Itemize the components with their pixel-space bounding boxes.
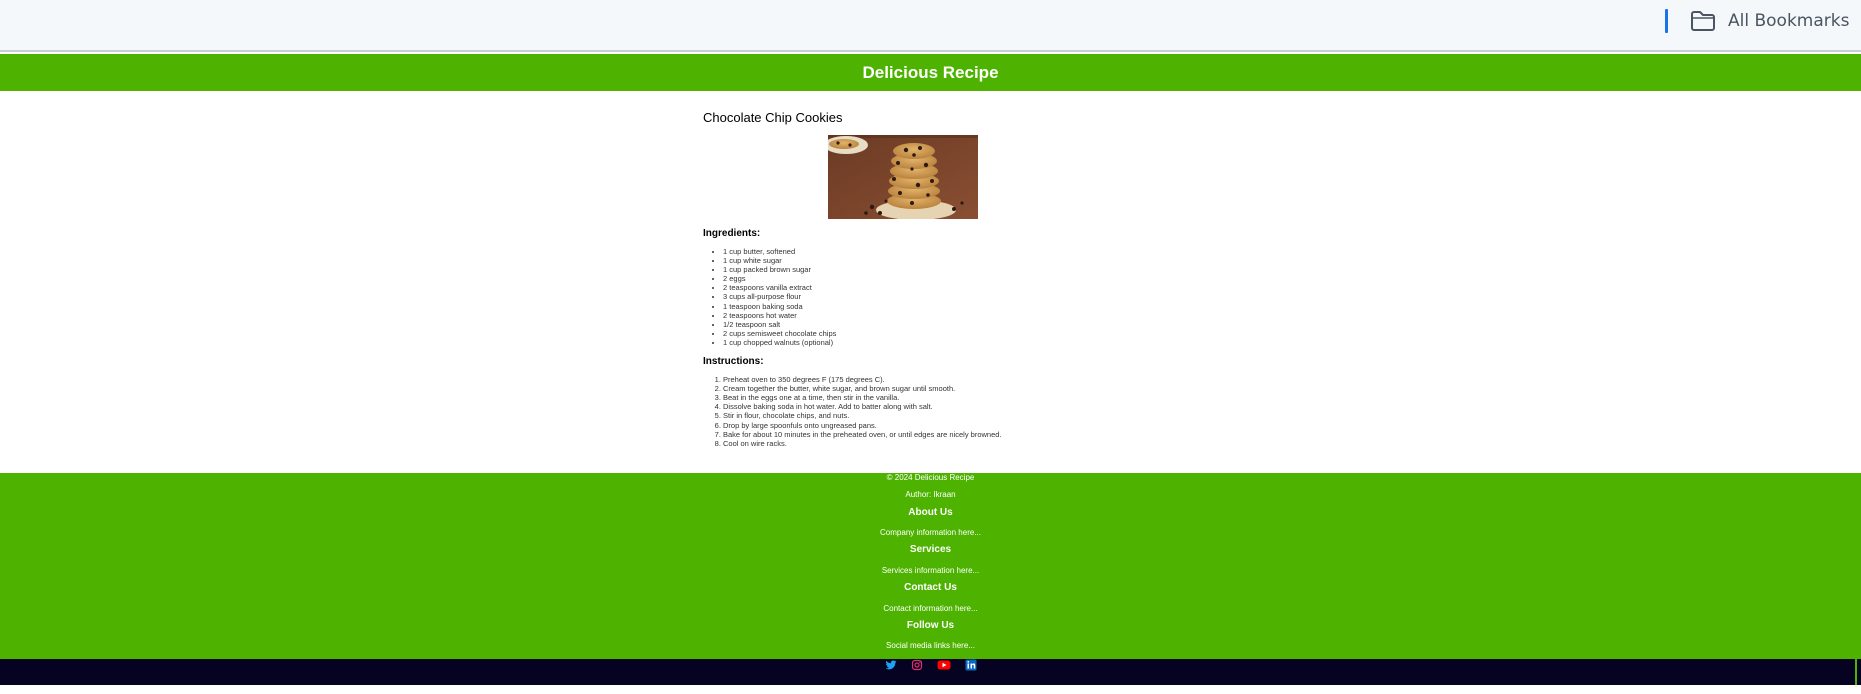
services-heading: Services [909, 544, 952, 555]
linkedin-icon[interactable] [965, 659, 977, 671]
list-item: Beat in the eggs one at a time, then sti… [723, 393, 1163, 402]
list-item: Bake for about 10 minutes in the preheat… [723, 430, 1163, 439]
site-footer: © 2024 Delicious Recipe Author: Ikraan A… [0, 473, 1861, 659]
ingredients-list: 1 cup butter, softened 1 cup white sugar… [703, 247, 1163, 347]
social-bar [0, 659, 1861, 685]
about-text: Company information here... [880, 528, 981, 537]
list-item: 1/2 teaspoon salt [723, 320, 1163, 329]
list-item: Stir in flour, chocolate chips, and nuts… [723, 411, 1163, 420]
list-item: 1 teaspoon baking soda [723, 302, 1163, 311]
social-icons [0, 659, 1861, 671]
list-item: Drop by large spoonfuls onto ungreased p… [723, 421, 1163, 430]
follow-text: Social media links here... [886, 641, 975, 650]
list-item: 1 cup butter, softened [723, 247, 1163, 256]
cookies-photo [828, 135, 978, 219]
copyright-text: © 2024 Delicious Recipe [886, 473, 975, 482]
twitter-icon[interactable] [885, 659, 897, 671]
instagram-icon[interactable] [911, 659, 923, 671]
list-item: 1 cup white sugar [723, 256, 1163, 265]
bookmarks-bar: All Bookmarks [0, 0, 1861, 52]
site-header: Delicious Recipe [0, 54, 1861, 91]
youtube-icon[interactable] [937, 659, 951, 671]
list-item: 2 teaspoons vanilla extract [723, 283, 1163, 292]
author-text: Author: Ikraan [905, 490, 956, 499]
list-item: Cool on wire racks. [723, 439, 1163, 448]
list-item: 1 cup chopped walnuts (optional) [723, 338, 1163, 347]
site-title: Delicious Recipe [862, 62, 999, 82]
list-item: Cream together the butter, white sugar, … [723, 384, 1163, 393]
instructions-list: Preheat oven to 350 degrees F (175 degre… [703, 375, 1163, 448]
list-item: 2 eggs [723, 274, 1163, 283]
services-text: Services information here... [881, 566, 980, 575]
bookmarks-divider [1665, 9, 1668, 33]
list-item: 3 cups all-purpose flour [723, 292, 1163, 301]
ingredients-heading: Ingredients: [703, 228, 761, 239]
list-item: Dissolve baking soda in hot water. Add t… [723, 402, 1163, 411]
contact-heading: Contact Us [904, 582, 957, 593]
folder-icon [1690, 10, 1716, 32]
recipe-content: Chocolate Chip Cookies Ingredients: • 1 … [703, 108, 1163, 448]
all-bookmarks-label: All Bookmarks [1728, 11, 1850, 31]
about-heading: About Us [908, 507, 953, 518]
follow-heading: Follow Us [906, 620, 955, 631]
list-item: Preheat oven to 350 degrees F (175 degre… [723, 375, 1163, 384]
recipe-title: Chocolate Chip Cookies [703, 110, 843, 125]
list-item: 1 cup packed brown sugar [723, 265, 1163, 274]
instructions-heading: Instructions: [703, 356, 764, 368]
contact-text: Contact information here... [883, 604, 978, 613]
all-bookmarks-button[interactable]: All Bookmarks [1690, 8, 1849, 34]
list-item: 2 teaspoons hot water [723, 311, 1163, 320]
list-item: 2 cups semisweet chocolate chips [723, 329, 1163, 338]
